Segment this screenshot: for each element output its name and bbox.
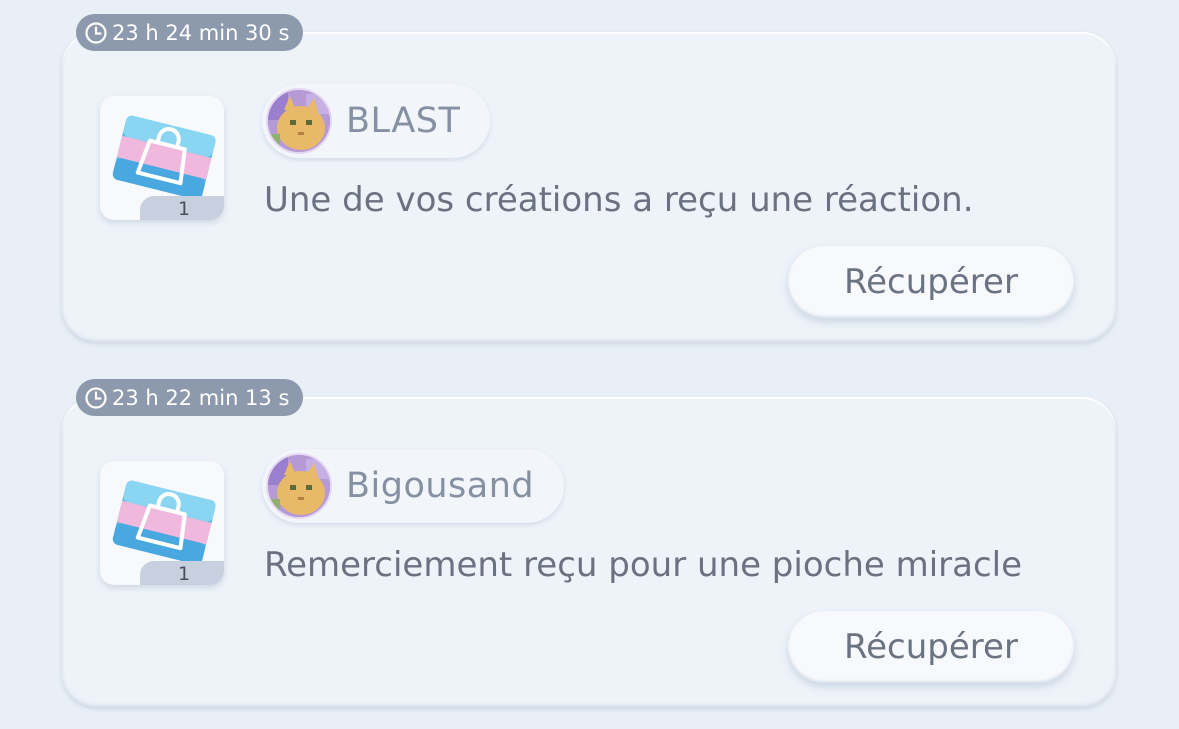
notification-message: Remerciement reçu pour une pioche miracl… [264,545,1023,585]
item-quantity: 1 [140,196,224,220]
notification-1: 1 BLAST Une de vos créations a reçu une … [62,14,1116,342]
notification-2: 1 Bigousand Remerciement reçu pour une p… [62,379,1116,707]
notification-card: 1 Bigousand Remerciement reçu pour une p… [62,397,1116,707]
timer-badge: 23 h 22 min 13 s [76,379,304,416]
clock-icon [85,386,107,409]
notification-card: 1 BLAST Une de vos créations a reçu une … [62,32,1116,342]
clock-icon [85,21,107,44]
claim-button[interactable]: Récupérer [788,611,1074,683]
notification-message: Une de vos créations a reçu une réaction… [264,180,974,220]
timer-badge: 23 h 24 min 30 s [76,14,304,51]
sender-chip[interactable]: Bigousand [262,449,565,523]
timer-text: 23 h 24 min 30 s [112,20,290,45]
avatar [266,453,332,519]
sender-chip[interactable]: BLAST [262,84,491,158]
claim-button[interactable]: Récupérer [788,246,1074,318]
item-quantity: 1 [140,561,224,585]
sender-name: BLAST [346,101,461,141]
reward-item-tile: 1 [100,96,224,220]
sender-name: Bigousand [346,466,535,506]
avatar [266,88,332,154]
reward-item-tile: 1 [100,461,224,585]
timer-text: 23 h 22 min 13 s [112,385,290,410]
